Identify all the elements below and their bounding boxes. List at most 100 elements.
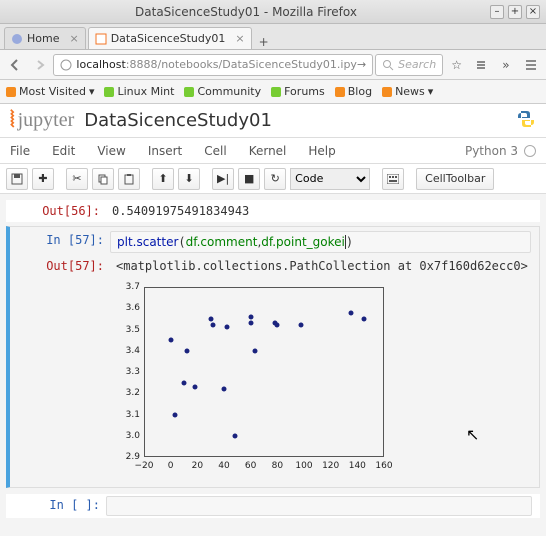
bookmark-linux-mint[interactable]: Linux Mint	[104, 85, 174, 98]
window-maximize-button[interactable]: +	[508, 5, 522, 19]
tab-home[interactable]: Home ×	[4, 27, 86, 49]
bookmarks-list-icon	[475, 59, 487, 71]
bookmark-community[interactable]: Community	[184, 85, 261, 98]
mint-icon	[271, 87, 281, 97]
data-point	[224, 325, 229, 330]
menu-cell[interactable]: Cell	[204, 144, 226, 158]
data-point	[232, 433, 237, 438]
jupyter-logo-text: jupyter	[18, 109, 75, 132]
data-point	[168, 338, 173, 343]
refresh-icon: ↻	[271, 172, 280, 185]
data-point	[172, 412, 177, 417]
data-point	[222, 387, 227, 392]
search-box[interactable]: Search	[375, 54, 443, 76]
menu-button[interactable]	[519, 54, 542, 76]
notebook-title[interactable]: DataSicenceStudy01	[84, 110, 272, 131]
go-icon[interactable]: →	[357, 58, 366, 71]
x-tick-label: 60	[245, 461, 256, 471]
data-point	[362, 316, 367, 321]
copy-button[interactable]	[92, 168, 114, 190]
data-point	[299, 323, 304, 328]
data-point	[275, 323, 280, 328]
close-icon[interactable]: ×	[235, 32, 244, 45]
x-tick-label: 100	[295, 461, 312, 471]
jupyter-dots-icon: ⦚	[10, 108, 13, 133]
paste-button[interactable]	[118, 168, 140, 190]
kernel-indicator: Python 3	[465, 144, 536, 158]
menu-edit[interactable]: Edit	[52, 144, 75, 158]
copy-icon	[97, 173, 109, 185]
search-placeholder: Search	[398, 58, 436, 71]
bookmark-star-button[interactable]: ☆	[445, 54, 468, 76]
menu-insert[interactable]: Insert	[148, 144, 182, 158]
feed-icon	[382, 87, 392, 97]
hamburger-icon	[525, 59, 537, 71]
interrupt-button[interactable]: ■	[238, 168, 260, 190]
menu-help[interactable]: Help	[308, 144, 335, 158]
feed-icon	[6, 87, 16, 97]
menu-file[interactable]: File	[10, 144, 30, 158]
url-port: :8888	[126, 58, 158, 71]
x-tick-label: 160	[375, 461, 392, 471]
move-down-button[interactable]: ⬇	[178, 168, 200, 190]
tab-notebook[interactable]: DataSicenceStudy01 ×	[88, 27, 252, 49]
new-tab-button[interactable]: +	[254, 35, 274, 49]
code-token-arg2: df.point_gokei	[261, 235, 345, 249]
keyboard-icon	[387, 174, 399, 184]
bookmark-news[interactable]: News▾	[382, 85, 433, 98]
scatter-chart: 2.93.03.13.23.33.43.53.63.7−200204060801…	[110, 281, 400, 481]
overflow-button[interactable]: »	[495, 54, 518, 76]
output-cell: Out[56]: 0.54091975491834943	[6, 200, 540, 222]
y-tick-label: 3.2	[126, 388, 140, 398]
paste-icon	[123, 173, 135, 185]
menu-kernel[interactable]: Kernel	[249, 144, 287, 158]
y-tick-label: 3.4	[126, 346, 140, 356]
x-tick-label: 80	[272, 461, 283, 471]
restart-button[interactable]: ↻	[264, 168, 286, 190]
tab-label: Home	[27, 32, 59, 45]
code-input[interactable]: plt.scatter(df.comment,df.point_gokei)	[110, 231, 531, 253]
y-tick-label: 3.7	[126, 282, 140, 292]
bookmark-forums[interactable]: Forums	[271, 85, 325, 98]
jupyter-logo[interactable]: ⦚ jupyter	[10, 108, 74, 133]
url-bar[interactable]: localhost:8888/notebooks/DataSicenceStud…	[53, 54, 373, 76]
bookmark-label: Blog	[348, 85, 372, 98]
command-palette-button[interactable]	[382, 168, 404, 190]
add-cell-button[interactable]: ✚	[32, 168, 54, 190]
url-path: /notebooks/DataSicenceStudy01.ipy	[158, 58, 357, 71]
menu-view[interactable]: View	[97, 144, 125, 158]
run-button[interactable]: ▶|	[212, 168, 234, 190]
out-prompt: Out[57]:	[10, 257, 110, 275]
jupyter-header: ⦚ jupyter DataSicenceStudy01	[0, 104, 546, 138]
data-point	[252, 348, 257, 353]
x-tick-label: 40	[218, 461, 229, 471]
bookmark-label: News	[395, 85, 425, 98]
close-icon[interactable]: ×	[69, 32, 78, 45]
selected-code-cell[interactable]: In [57]: plt.scatter(df.comment,df.point…	[6, 226, 540, 488]
notebook-area: Out[56]: 0.54091975491834943 In [57]: pl…	[0, 194, 546, 536]
window-close-button[interactable]: ×	[526, 5, 540, 19]
x-tick-label: 120	[322, 461, 339, 471]
forward-button[interactable]	[29, 54, 52, 76]
cell-type-select[interactable]: Code	[290, 168, 370, 190]
move-up-button[interactable]: ⬆	[152, 168, 174, 190]
code-input[interactable]	[106, 496, 532, 516]
stop-icon: ■	[244, 172, 254, 185]
window-minimize-button[interactable]: –	[490, 5, 504, 19]
url-host: localhost	[76, 58, 125, 71]
search-icon	[382, 59, 394, 71]
cell-toolbar-button[interactable]: CellToolbar	[416, 168, 494, 190]
back-button[interactable]	[4, 54, 27, 76]
tab-label: DataSicenceStudy01	[111, 32, 226, 45]
bookmark-label: Linux Mint	[117, 85, 174, 98]
x-tick-label: 20	[192, 461, 203, 471]
bookmark-blog[interactable]: Blog	[335, 85, 372, 98]
bookmark-most-visited[interactable]: Most Visited▾	[6, 85, 94, 98]
y-tick-label: 3.0	[126, 431, 140, 441]
save-button[interactable]	[6, 168, 28, 190]
jupyter-toolbar: ✚ ✂ ⬆ ⬇ ▶| ■ ↻ Code CellToolbar	[0, 164, 546, 194]
arrow-up-icon: ⬆	[158, 172, 167, 185]
empty-code-cell[interactable]: In [ ]:	[6, 494, 540, 518]
downloads-button[interactable]	[470, 54, 493, 76]
cut-button[interactable]: ✂	[66, 168, 88, 190]
